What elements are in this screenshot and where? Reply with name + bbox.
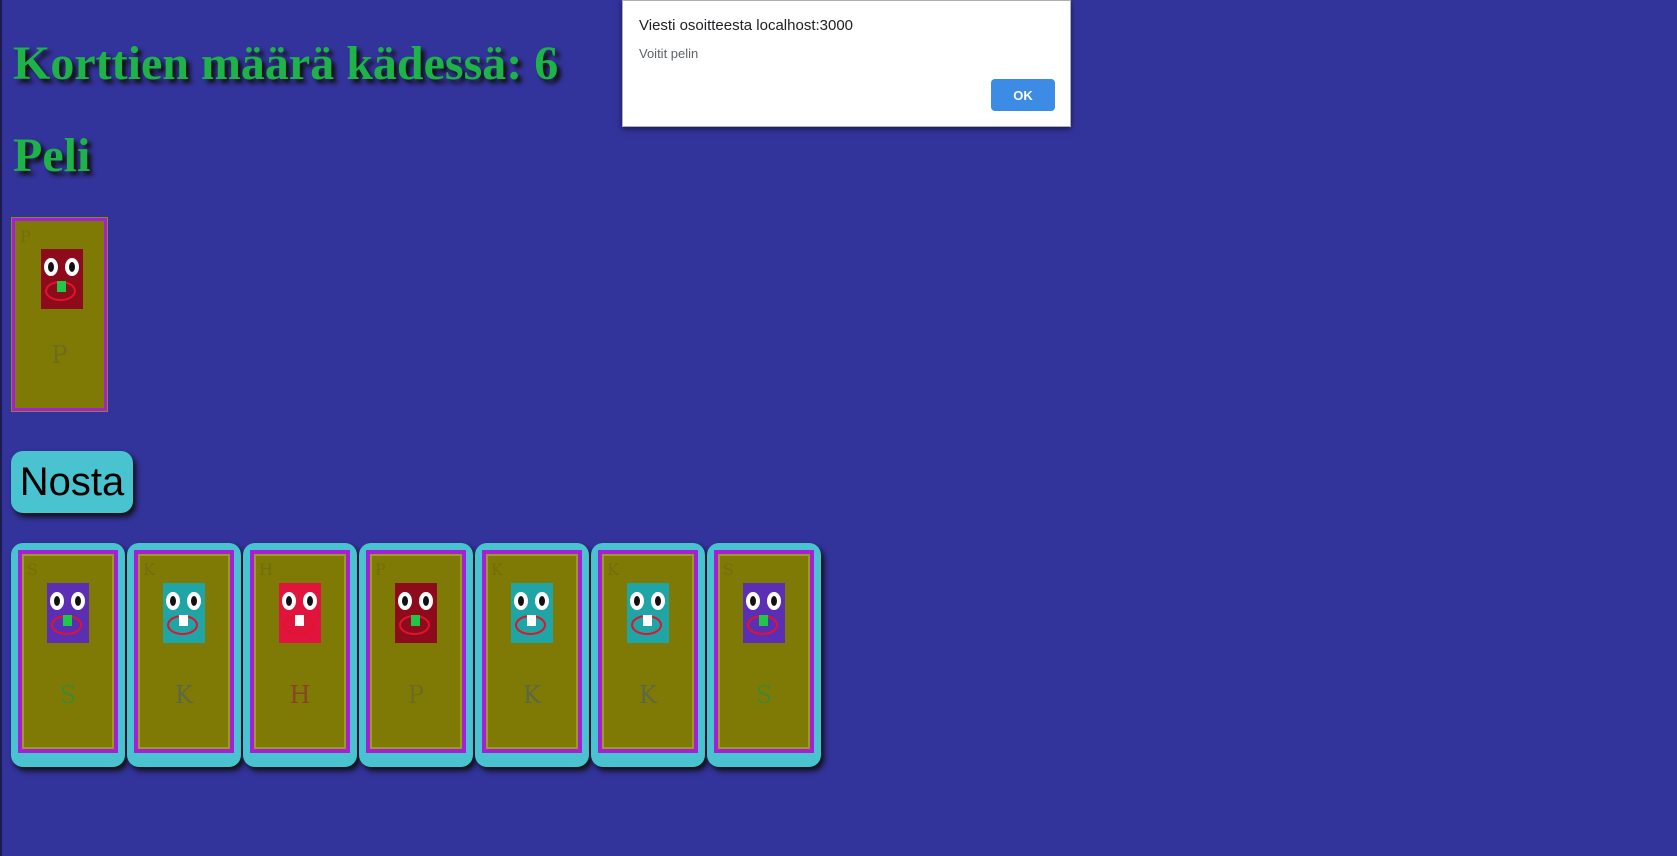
monster-face-icon <box>41 249 83 309</box>
hand-card[interactable]: HH <box>243 543 357 767</box>
card-face: KK <box>598 550 698 753</box>
card-count-heading: Korttien määrä kädessä: 6 <box>13 37 559 90</box>
monster-face-icon <box>163 583 205 643</box>
card-face: SS <box>714 550 814 753</box>
game-heading: Peli <box>13 129 91 182</box>
monster-face-icon <box>511 583 553 643</box>
card-letter: P <box>51 341 68 369</box>
hand-card[interactable]: SS <box>11 543 125 767</box>
card-corner-letter: K <box>143 560 155 579</box>
card-corner-letter: P <box>20 227 31 246</box>
card-face: KK <box>482 550 582 753</box>
hand-card[interactable]: SS <box>707 543 821 767</box>
card-face: SS <box>18 550 118 753</box>
hand-card[interactable]: KK <box>127 543 241 767</box>
monster-face-icon <box>47 583 89 643</box>
card-letter: K <box>639 681 657 709</box>
alert-title: Viesti osoitteesta localhost:3000 <box>639 17 854 34</box>
monster-face-icon <box>743 583 785 643</box>
monster-face-icon <box>627 583 669 643</box>
card-letter: K <box>523 681 541 709</box>
card-corner-letter: S <box>27 560 38 579</box>
card-letter: K <box>175 681 193 709</box>
monster-face-icon <box>279 583 321 643</box>
hand-card[interactable]: KK <box>475 543 589 767</box>
card-face: PP <box>366 550 466 753</box>
draw-card-button[interactable]: Nosta <box>11 451 133 513</box>
card-corner-letter: S <box>723 560 734 579</box>
card-corner-letter: K <box>607 560 619 579</box>
card-letter: S <box>755 681 773 709</box>
current-card: P P <box>11 217 108 412</box>
card-face: KK <box>134 550 234 753</box>
card-letter: P <box>407 681 425 709</box>
card-corner-letter: K <box>491 560 503 579</box>
alert-dialog: Viesti osoitteesta localhost:3000 Voitit… <box>622 0 1071 127</box>
hand-card[interactable]: PP <box>359 543 473 767</box>
card-corner-letter: H <box>259 560 273 579</box>
card-face: HH <box>250 550 350 753</box>
card-letter: S <box>59 681 77 709</box>
alert-message: Voitit pelin <box>639 46 699 61</box>
monster-face-icon <box>395 583 437 643</box>
card-letter: H <box>289 681 311 709</box>
card-corner-letter: P <box>375 560 386 579</box>
alert-ok-button[interactable]: OK <box>991 79 1055 111</box>
hand-card[interactable]: KK <box>591 543 705 767</box>
